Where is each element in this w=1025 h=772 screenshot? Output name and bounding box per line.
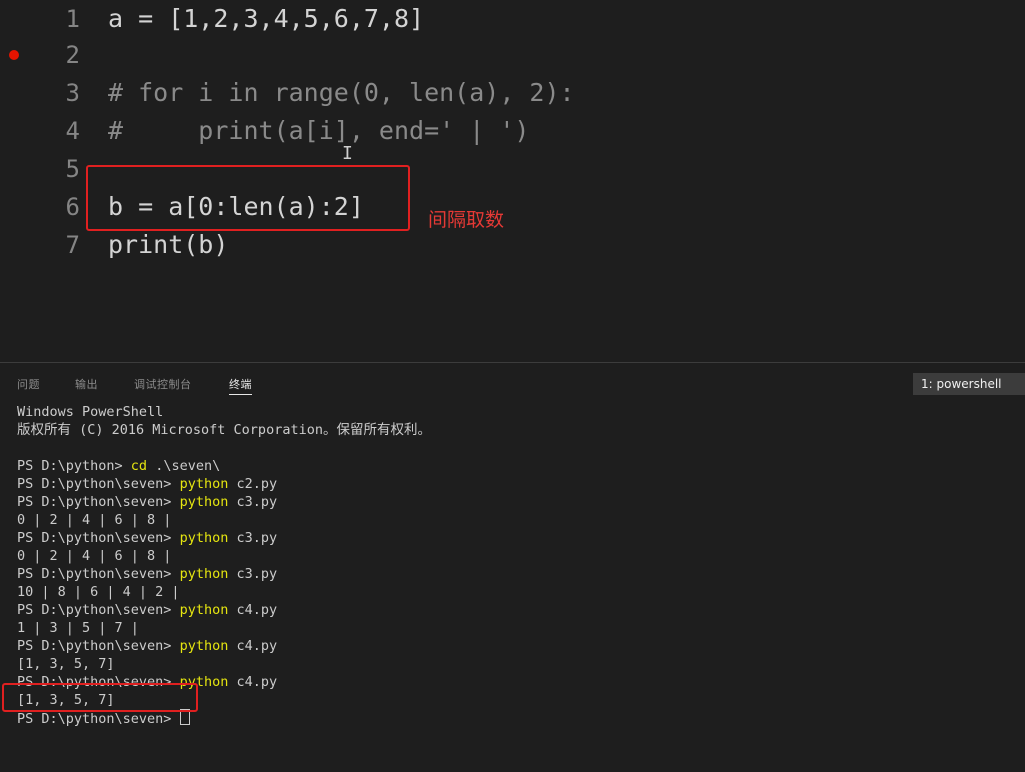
command: python — [179, 476, 229, 492]
command: python — [179, 638, 229, 654]
tab-output[interactable]: 输出 — [75, 376, 98, 392]
tab-terminal[interactable]: 终端 — [229, 376, 252, 395]
code-line-3[interactable]: 3 # for i in range(0, len(a), 2): — [0, 74, 1025, 112]
terminal-copyright: 版权所有 (C) 2016 Microsoft Corporation。保留所有… — [17, 422, 431, 438]
command: python — [179, 530, 229, 546]
annotation-label: 间隔取数 — [428, 209, 505, 231]
terminal-entry: PS D:\python\seven> python c4.py — [17, 637, 431, 655]
terminal-entry: PS D:\python> cd .\seven\ — [17, 457, 431, 475]
prompt: PS D:\python\seven> — [17, 602, 180, 618]
code-text[interactable]: # for i in range(0, len(a), 2): — [108, 74, 575, 112]
terminal-entry: PS D:\python\seven> python c4.py — [17, 601, 431, 619]
command-args: c4.py — [228, 674, 278, 690]
tab-problems[interactable]: 问题 — [17, 376, 40, 392]
highlight-box-output — [2, 683, 198, 712]
terminal-output[interactable]: Windows PowerShell 版权所有 (C) 2016 Microso… — [17, 403, 431, 727]
prompt: PS D:\python\seven> — [17, 566, 180, 582]
prompt: PS D:\python\seven> — [17, 476, 180, 492]
code-editor[interactable]: 1 a = [1,2,3,4,5,6,7,8] 2 3 # for i in r… — [0, 0, 1025, 362]
command: cd — [130, 458, 148, 474]
panel-tabs: 问题 输出 调试控制台 终端 1: powershell — [0, 363, 1025, 403]
terminal-header: Windows PowerShell — [17, 404, 164, 420]
code-text[interactable]: a = [1,2,3,4,5,6,7,8] — [108, 0, 424, 38]
terminal-output-line: 0 | 2 | 4 | 6 | 8 | — [17, 548, 172, 564]
command-args: c3.py — [228, 530, 278, 546]
terminal-output-line: 0 | 2 | 4 | 6 | 8 | — [17, 512, 172, 528]
line-number: 6 — [65, 193, 80, 221]
tab-debug-console[interactable]: 调试控制台 — [134, 376, 192, 392]
command-args: c3.py — [228, 494, 278, 510]
terminal-entry: PS D:\python\seven> python c3.py — [17, 529, 431, 547]
line-number: 5 — [65, 155, 80, 183]
text-cursor-icon: I — [342, 143, 353, 164]
command: python — [179, 494, 229, 510]
line-number: 7 — [65, 231, 80, 259]
command: python — [179, 566, 229, 582]
command-args: c4.py — [228, 602, 278, 618]
prompt: PS D:\python\seven> — [17, 494, 180, 510]
line-number: 2 — [65, 41, 80, 69]
code-text[interactable]: print(b) — [108, 226, 228, 264]
terminal-output-line: 1 | 3 | 5 | 7 | — [17, 620, 139, 636]
prompt: PS D:\python> — [17, 458, 131, 474]
prompt: PS D:\python\seven> — [17, 638, 180, 654]
line-number: 4 — [65, 117, 80, 145]
terminal-entry: PS D:\python\seven> python c3.py — [17, 565, 431, 583]
command-args: c2.py — [228, 476, 278, 492]
line-number: 3 — [65, 79, 80, 107]
line-number: 1 — [65, 5, 80, 33]
terminal-entry: PS D:\python\seven> python c2.py — [17, 475, 431, 493]
terminal-output-line: [1, 3, 5, 7] — [17, 656, 115, 672]
code-line-1[interactable]: 1 a = [1,2,3,4,5,6,7,8] — [0, 0, 1025, 38]
code-text[interactable]: # print(a[i], end=' | ') — [108, 112, 529, 150]
terminal-output-line: 10 | 8 | 6 | 4 | 2 | — [17, 584, 180, 600]
code-line-4[interactable]: 4 # print(a[i], end=' | ') — [0, 112, 1025, 150]
command-args: c4.py — [228, 638, 278, 654]
command-args: c3.py — [228, 566, 278, 582]
command: python — [179, 602, 229, 618]
command-args: .\seven\ — [147, 458, 221, 474]
highlight-box — [86, 165, 410, 231]
terminal-entry: PS D:\python\seven> python c3.py — [17, 493, 431, 511]
prompt: PS D:\python\seven> — [17, 530, 180, 546]
code-line-7[interactable]: 7 print(b) — [0, 226, 1025, 264]
code-line-2[interactable]: 2 — [0, 36, 1025, 74]
prompt: PS D:\python\seven> — [17, 711, 180, 727]
terminal-selector[interactable]: 1: powershell — [913, 373, 1025, 395]
